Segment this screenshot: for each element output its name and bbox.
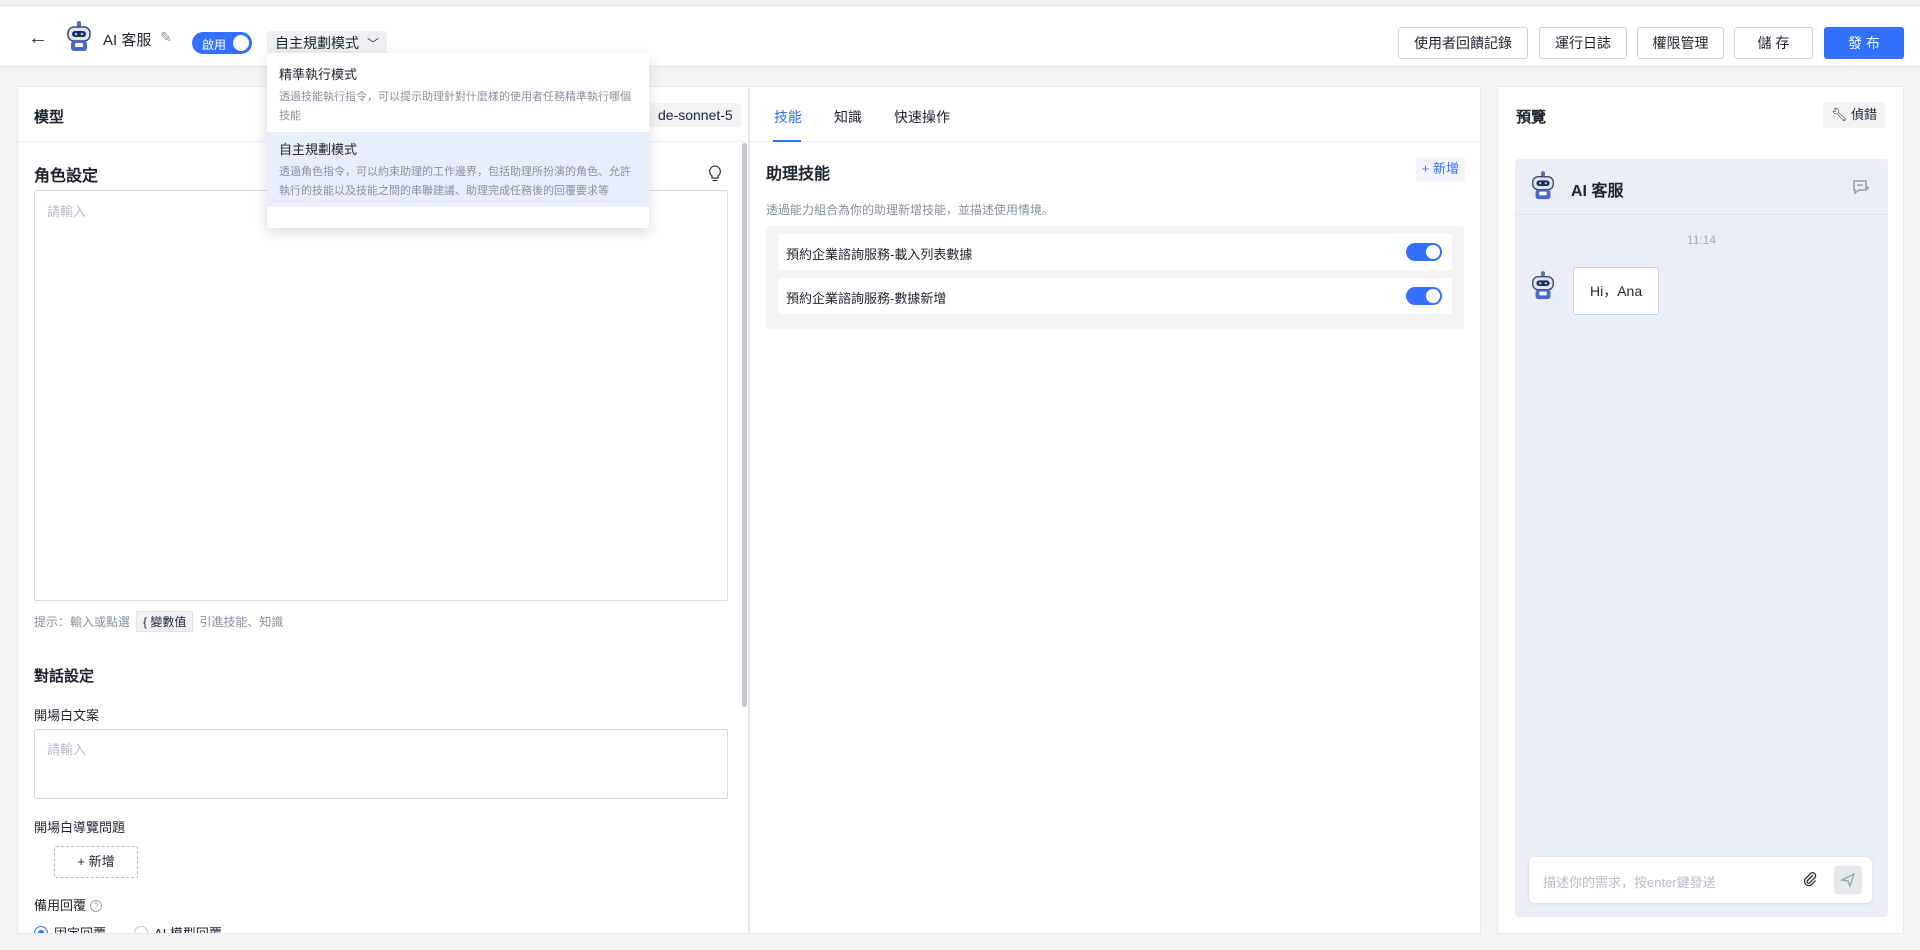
send-icon: [1839, 872, 1856, 888]
role-prompt-textarea[interactable]: 請輸入: [34, 190, 728, 601]
preview-title: 預覽: [1516, 109, 1547, 126]
lightbulb-icon[interactable]: [707, 165, 723, 183]
debug-button[interactable]: 🔧︎ 偵錯: [1822, 102, 1885, 128]
feedback-log-button[interactable]: 使用者回饋記錄: [1398, 27, 1528, 59]
mode-select-value: 自主規劃模式: [275, 35, 359, 51]
model-selector[interactable]: de-sonnet-5: [650, 103, 741, 127]
chat-timestamp: 11:14: [1686, 233, 1717, 247]
paperclip-icon[interactable]: [1802, 871, 1818, 887]
enable-toggle-label: 啟用: [202, 38, 227, 52]
radio-dot: [34, 925, 48, 933]
dialog-settings-title: 對話設定: [34, 668, 95, 685]
chat-input[interactable]: 描述你的需求，按enter鍵發送: [1529, 857, 1872, 903]
new-chat-icon[interactable]: [1852, 179, 1870, 195]
tab-quick-actions[interactable]: 快速操作: [894, 107, 950, 127]
preview-panel: 預覽 🔧︎ 偵錯 AI 客服 11:14 Hi，Ana 描述你的需求，按ente…: [1497, 86, 1904, 934]
fallback-reply-label: 備用回覆?: [34, 895, 103, 914]
mode-option-precise[interactable]: 精準執行模式 透過技能執行指令，可以提示助理針對什麼樣的使用者任務精準執行哪個技…: [267, 57, 649, 132]
radio-dot: [134, 925, 149, 933]
model-label: 模型: [34, 109, 65, 126]
role-placeholder: 請輸入: [47, 204, 87, 219]
skills-tabs: 技能 知識 快速操作: [750, 87, 1480, 142]
publish-button[interactable]: 發 布: [1824, 27, 1904, 59]
fallback-radio-group: 固定回覆 AI 模型回覆: [34, 923, 222, 934]
bot-message-bubble: Hi，Ana: [1573, 267, 1660, 315]
skill-toggle[interactable]: [1406, 243, 1442, 261]
guide-questions-label: 開場白導覽問題: [34, 820, 126, 835]
radio-ai-reply[interactable]: AI 模型回覆: [134, 923, 222, 934]
bot-avatar-icon: [1532, 271, 1554, 300]
chat-window: AI 客服 11:14 Hi，Ana 描述你的需求，按enter鍵發送: [1515, 159, 1888, 917]
assistant-title: AI 客服: [103, 32, 152, 49]
mode-dropdown-menu: 精準執行模式 透過技能執行指令，可以提示助理針對什麼樣的使用者任務精準執行哪個技…: [267, 53, 649, 228]
hint-suffix: 引進技能、知識: [199, 615, 284, 629]
save-button[interactable]: 儲 存: [1734, 27, 1813, 59]
mode-option-desc: 透過技能執行指令，可以提示助理針對什麼樣的使用者任務精準執行哪個技能: [279, 91, 631, 122]
mode-option-title: 自主規劃模式: [279, 142, 358, 157]
chat-input-placeholder: 描述你的需求，按enter鍵發送: [1543, 875, 1716, 890]
tab-skills[interactable]: 技能: [774, 107, 802, 127]
scrollbar[interactable]: [742, 143, 747, 707]
variable-hint: 提示：輸入或點選 { 變數值 引進技能、知識: [34, 611, 283, 632]
bot-avatar-icon: [67, 21, 91, 51]
permissions-button[interactable]: 權限管理: [1637, 27, 1724, 59]
skill-name: 預約企業諮詢服務-載入列表數據: [786, 247, 973, 262]
enable-toggle[interactable]: 啟用: [192, 32, 252, 54]
skills-panel: 技能 知識 快速操作 助理技能 + 新增 透過能力組合為你的助理新增技能，並描述…: [749, 86, 1481, 934]
mode-option-autonomous[interactable]: 自主規劃模式 透過角色指令，可以約束助理的工作邊界，包括助理所扮演的角色、允許執…: [267, 132, 649, 207]
radio-fixed-reply[interactable]: 固定回覆: [34, 923, 107, 934]
debug-label: 偵錯: [1850, 107, 1877, 122]
mode-option-desc: 透過角色指令，可以約束助理的工作邊界，包括助理所扮演的角色、允許執行的技能以及技…: [279, 166, 631, 197]
chat-bot-name: AI 客服: [1571, 183, 1624, 200]
skills-list: 預約企業諮詢服務-載入列表數據 預約企業諮詢服務-數據新增: [766, 226, 1464, 329]
help-icon[interactable]: ?: [90, 900, 103, 912]
list-item: 預約企業諮詢服務-載入列表數據: [778, 234, 1452, 270]
edit-pencil-icon[interactable]: ✎: [160, 29, 172, 46]
active-tab-indicator: [773, 140, 801, 142]
opening-placeholder: 請輸入: [47, 742, 87, 757]
opening-text-label: 開場白文案: [34, 708, 100, 723]
tab-knowledge[interactable]: 知識: [834, 107, 862, 127]
skill-name: 預約企業諮詢服務-數據新增: [786, 291, 947, 306]
fallback-reply-text: 備用回覆: [34, 898, 87, 913]
chat-header: AI 客服: [1515, 159, 1888, 215]
role-settings-title: 角色設定: [34, 168, 99, 185]
list-item: 預約企業諮詢服務-數據新增: [778, 278, 1452, 314]
variable-chip[interactable]: { 變數值: [136, 611, 194, 632]
mode-select[interactable]: 自主規劃模式 ﹀: [267, 31, 388, 55]
wrench-icon: 🔧︎: [1830, 107, 1848, 122]
run-log-button[interactable]: 運行日誌: [1539, 27, 1627, 59]
radio-ai-label: AI 模型回覆: [154, 926, 222, 934]
bot-avatar-icon: [1532, 171, 1554, 200]
add-guide-question-button[interactable]: + 新增: [54, 846, 138, 878]
radio-fixed-label: 固定回覆: [54, 926, 107, 934]
back-arrow-icon[interactable]: ←: [28, 28, 48, 48]
hint-prefix: 提示：輸入或點選: [34, 615, 131, 629]
preview-header: 預覽 🔧︎ 偵錯: [1498, 87, 1903, 142]
assistant-skills-title: 助理技能: [766, 166, 831, 183]
toggle-knob: [233, 35, 249, 51]
send-button[interactable]: [1834, 866, 1862, 894]
mode-option-title: 精準執行模式: [279, 67, 358, 82]
opening-text-textarea[interactable]: 請輸入: [34, 729, 728, 799]
skills-description: 透過能力組合為你的助理新增技能，並描述使用情境。: [766, 203, 1055, 217]
skill-toggle[interactable]: [1406, 287, 1442, 305]
add-skill-button[interactable]: + 新增: [1415, 157, 1465, 181]
